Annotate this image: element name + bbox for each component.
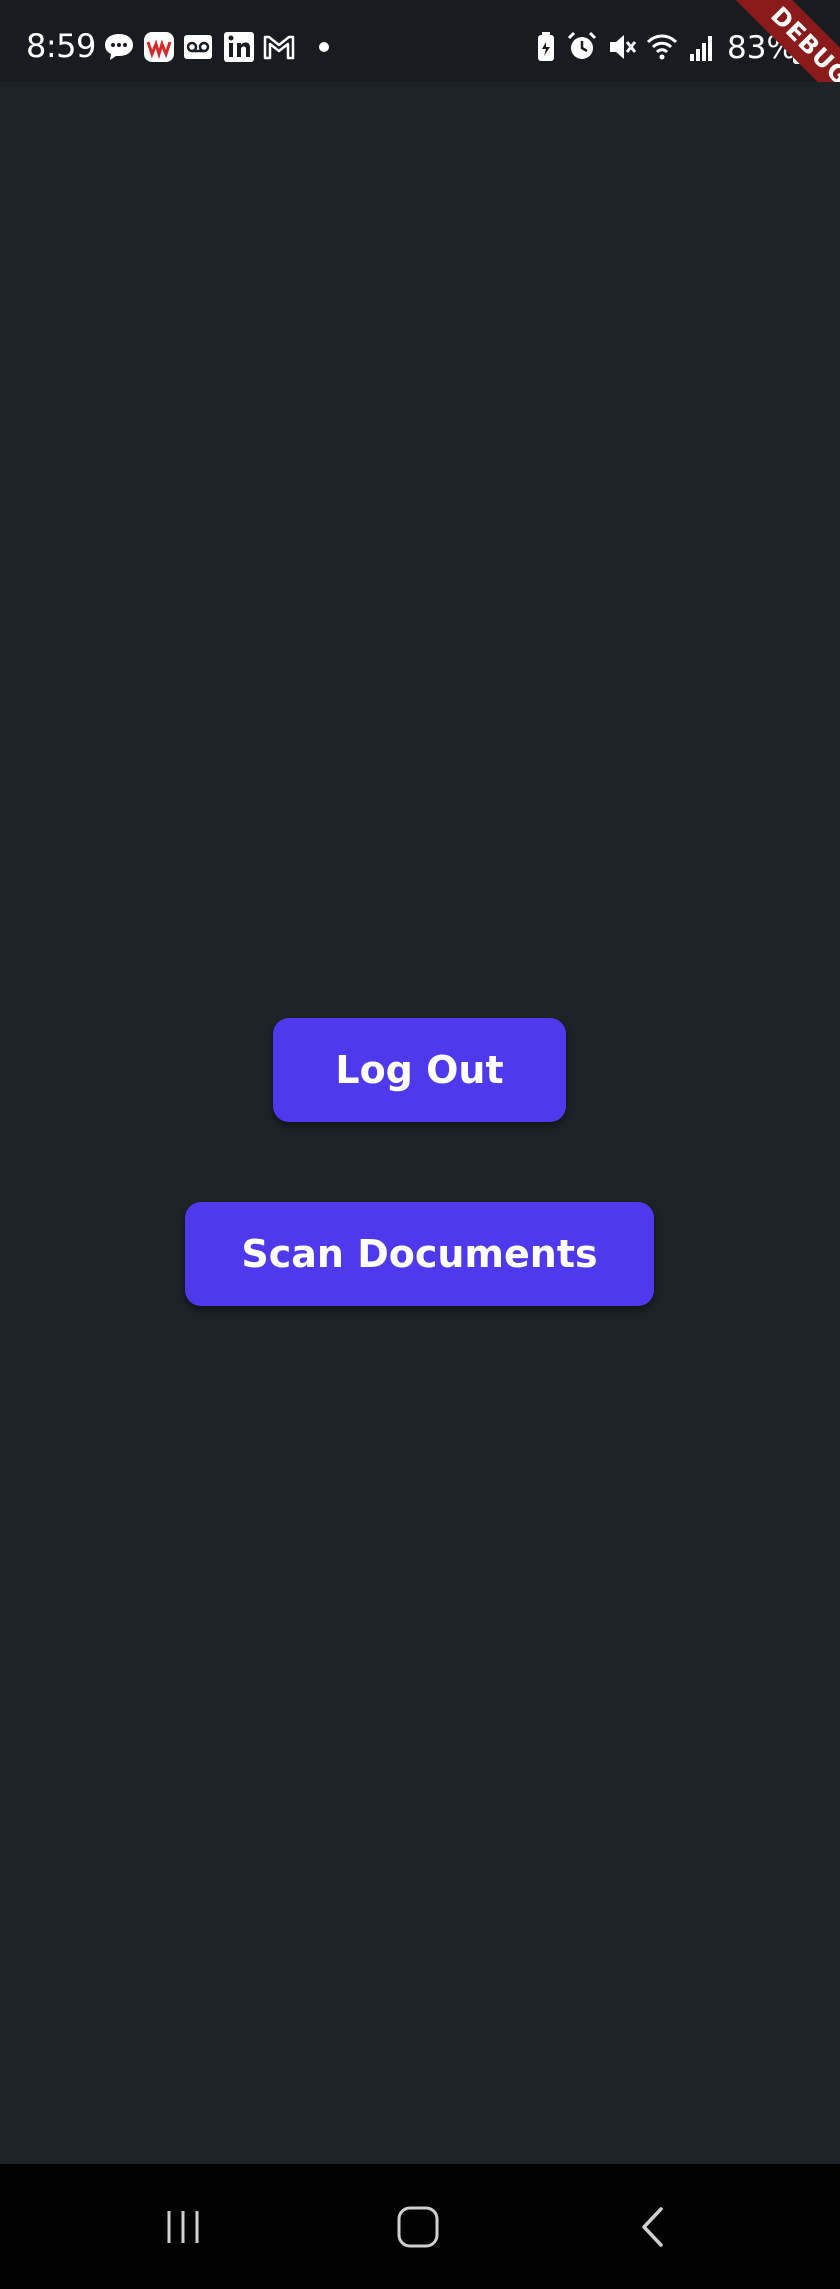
wifi-icon — [646, 34, 678, 60]
status-bar: 8:59 83% — [0, 0, 840, 82]
status-time: 8:59 — [26, 27, 96, 65]
recent-apps-icon — [167, 2210, 199, 2243]
home-icon — [397, 2206, 439, 2247]
more-notifications-dot-icon — [319, 42, 329, 52]
news-app-icon — [144, 32, 174, 62]
battery-saver-icon — [538, 32, 554, 61]
navigation-bar — [0, 2164, 840, 2289]
logout-button[interactable]: Log Out — [273, 1018, 566, 1122]
alarm-icon — [567, 31, 597, 59]
signal-icon — [690, 36, 712, 61]
battery-icon — [793, 31, 813, 64]
battery-percent: 83% — [727, 30, 796, 66]
main-content — [0, 82, 840, 2164]
voicemail-icon — [184, 35, 212, 59]
linkedin-icon — [224, 32, 254, 62]
back-button[interactable] — [563, 2164, 743, 2289]
home-button[interactable] — [328, 2164, 508, 2289]
scan-documents-button[interactable]: Scan Documents — [185, 1202, 654, 1306]
gmail-icon — [263, 35, 295, 60]
recent-apps-button[interactable] — [93, 2164, 273, 2289]
chat-bubble-icon — [105, 34, 133, 60]
mute-icon — [610, 35, 637, 59]
back-icon — [642, 2206, 663, 2247]
